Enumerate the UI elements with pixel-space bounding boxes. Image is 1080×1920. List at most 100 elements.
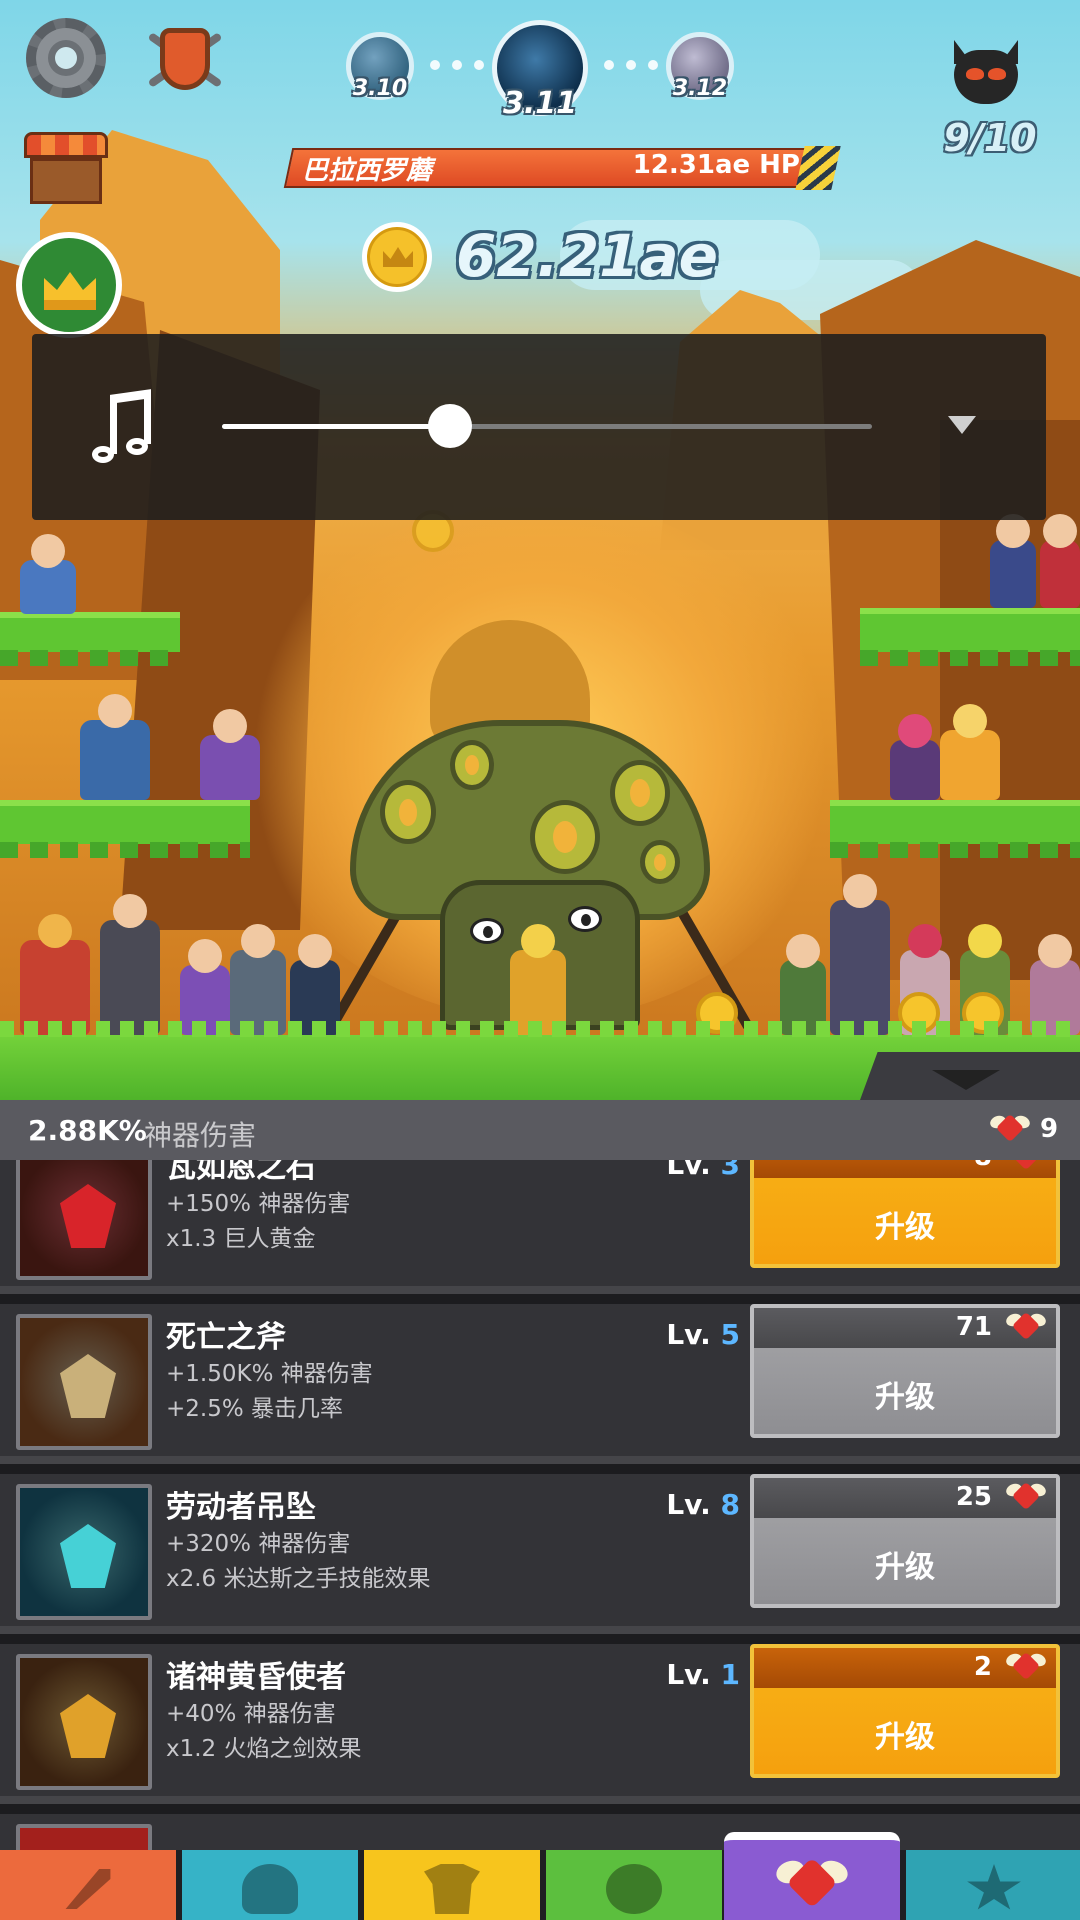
hero-helmet-icon — [242, 1864, 298, 1914]
artifact-thumbnail[interactable] — [16, 1314, 152, 1450]
artifact-level-number: 8 — [720, 1488, 740, 1521]
artifact-gem-icon — [60, 1694, 116, 1758]
artifact-level-prefix: Lv. — [666, 1488, 711, 1521]
armor-shirt-icon — [424, 1864, 480, 1914]
crown-icon[interactable] — [16, 232, 122, 338]
upgrade-button[interactable]: 71 升级 — [750, 1304, 1060, 1438]
artifact-level: Lv. 5 — [660, 1318, 740, 1351]
tab-sword[interactable] — [0, 1850, 176, 1920]
sword-icon — [65, 1869, 111, 1909]
hero — [200, 709, 260, 800]
relic-heart-icon — [1004, 1310, 1048, 1342]
ledge — [0, 612, 180, 666]
stage-dot — [452, 60, 462, 70]
stage-next-label: 3.12 — [672, 76, 728, 101]
artifact-level: Lv. 8 — [660, 1488, 740, 1521]
stage-dot — [626, 60, 636, 70]
artifact-name: 死亡之斧 — [166, 1320, 286, 1355]
artifact-name: 诸神黄昏使者 — [166, 1660, 346, 1695]
artifact-gem-icon — [60, 1184, 116, 1248]
hero — [940, 704, 1000, 800]
boss-hp-value: 12.31ae HP — [632, 150, 800, 180]
settings-gear-icon[interactable] — [26, 18, 106, 98]
upgrade-button[interactable]: 8 升级 — [750, 1160, 1060, 1268]
artifact-level: Lv. 1 — [660, 1658, 740, 1691]
artifact-thumbnail[interactable] — [16, 1484, 152, 1620]
volume-overlay — [32, 334, 1046, 520]
artifact-effect-secondary: x2.6 米达斯之手技能效果 — [166, 1566, 431, 1592]
upgrade-button[interactable]: 2 升级 — [750, 1644, 1060, 1778]
hero — [1040, 514, 1080, 608]
artifact-list[interactable]: 瓦如恩之石 +150% 神器伤害 x1.3 巨人黄金 Lv. 3 8 升级 死亡… — [0, 1160, 1080, 1850]
artifact-effect-primary: +40% 神器伤害 — [166, 1701, 336, 1727]
tab-artifacts[interactable] — [724, 1832, 900, 1920]
artifact-level-number: 5 — [720, 1318, 740, 1351]
gold-coin-icon — [362, 222, 432, 292]
boss-spot — [450, 740, 494, 790]
artifact-damage-value: 2.88K% — [28, 1114, 147, 1147]
stage-dot — [648, 60, 658, 70]
artifact-row: 死亡之斧 +1.50K% 神器伤害 +2.5% 暴击几率 Lv. 5 71 升级 — [0, 1304, 1080, 1464]
tab-pets[interactable] — [546, 1850, 722, 1920]
clan-shield-icon[interactable] — [146, 20, 224, 98]
relic-count: 9 — [1040, 1114, 1059, 1144]
upgrade-button[interactable]: 25 升级 — [750, 1474, 1060, 1608]
artifact-name: 劳动者吊坠 — [166, 1490, 316, 1525]
chevron-down-icon[interactable] — [932, 1070, 1000, 1090]
stage-current-label: 3.11 — [502, 86, 578, 121]
artifact-effect-primary: +320% 神器伤害 — [166, 1531, 351, 1557]
artifact-row: 瓦如恩之石 +150% 神器伤害 x1.3 巨人黄金 Lv. 3 8 升级 — [0, 1160, 1080, 1294]
hero — [830, 874, 890, 1035]
star-icon — [967, 1864, 1021, 1910]
upgrade-button-label: 升级 — [875, 1720, 935, 1755]
hero — [990, 514, 1036, 608]
boss-eye — [470, 918, 504, 944]
upgrade-button-label: 升级 — [875, 1550, 935, 1585]
pet-icon — [606, 1864, 662, 1914]
boss-fight-icon[interactable] — [950, 40, 1022, 104]
artifact-gem-icon — [60, 1524, 116, 1588]
music-note-icon — [84, 389, 154, 470]
ledge — [0, 800, 250, 858]
stage-dot — [604, 60, 614, 70]
artifact-level-number: 1 — [720, 1658, 740, 1691]
boss-name: 巴拉西罗蘑 — [302, 156, 433, 186]
artifact-level-prefix: Lv. — [666, 1658, 711, 1691]
relic-heart-icon — [1004, 1480, 1048, 1512]
tab-heroes[interactable] — [182, 1850, 358, 1920]
artifact-level-prefix: Lv. — [666, 1318, 711, 1351]
boss-spot — [610, 760, 670, 826]
volume-slider[interactable] — [222, 404, 872, 448]
upgrade-cost: 2 — [973, 1652, 992, 1682]
ledge — [830, 800, 1080, 858]
artifact-effect-secondary: x1.2 火焰之剑效果 — [166, 1736, 362, 1762]
boss-eye — [568, 906, 602, 932]
gold-amount: 62.21ae — [456, 222, 718, 290]
artifact-thumbnail[interactable] — [16, 1824, 152, 1850]
artifact-row-partial — [0, 1814, 1080, 1850]
artifact-effect-primary: +150% 神器伤害 — [166, 1191, 351, 1217]
artifact-effect-primary: +1.50K% 神器伤害 — [166, 1361, 373, 1387]
artifact-thumbnail[interactable] — [16, 1160, 152, 1280]
ledge — [860, 608, 1080, 666]
upgrade-button-label: 升级 — [875, 1210, 935, 1245]
tab-shop[interactable] — [906, 1850, 1080, 1920]
artifact-damage-label: 神器伤害 — [144, 1119, 257, 1152]
hero — [890, 714, 940, 800]
upgrade-cost: 8 — [974, 1160, 992, 1172]
tab-equipment[interactable] — [364, 1850, 540, 1920]
hero — [100, 894, 160, 1035]
artifact-gem-icon — [60, 1354, 116, 1418]
shop-stall-icon[interactable] — [24, 132, 108, 206]
volume-slider-knob[interactable] — [427, 404, 472, 448]
artifact-thumbnail[interactable] — [16, 1654, 152, 1790]
volume-slider-fill — [222, 424, 450, 429]
upgrade-button-label: 升级 — [875, 1380, 935, 1415]
boss-spot — [380, 780, 436, 844]
stage-dot — [474, 60, 484, 70]
expand-volume-icon[interactable] — [948, 416, 976, 434]
artifact-level: Lv. 3 — [660, 1160, 740, 1181]
relic-heart-icon — [1004, 1650, 1048, 1682]
stage-previous-label: 3.10 — [352, 76, 408, 101]
artifact-row: 诸神黄昏使者 +40% 神器伤害 x1.2 火焰之剑效果 Lv. 1 2 升级 — [0, 1644, 1080, 1804]
